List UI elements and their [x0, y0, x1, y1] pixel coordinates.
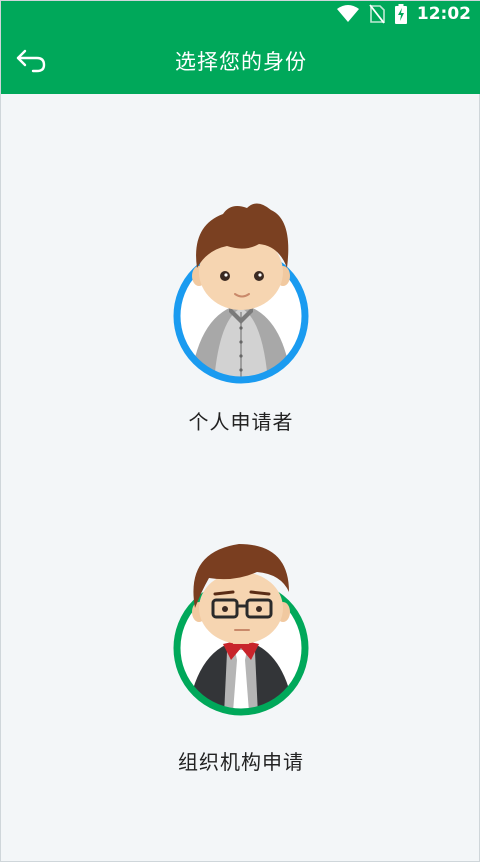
individual-applicant-option[interactable]: 个人申请者 — [1, 196, 480, 435]
wifi-icon — [336, 5, 359, 22]
status-time: 12:02 — [416, 4, 471, 24]
organization-avatar-icon — [173, 544, 309, 716]
identity-selection-screen: 12:02 选择您的身份 个人申请者 组织机构申请 — [0, 0, 480, 862]
status-bar: 12:02 — [1, 1, 480, 27]
organization-applicant-label: 组织机构申请 — [178, 750, 304, 774]
no-sim-icon — [369, 4, 385, 24]
battery-charging-icon — [394, 4, 407, 24]
app-bar: 选择您的身份 — [1, 27, 480, 94]
individual-applicant-label: 个人申请者 — [188, 410, 294, 434]
organization-applicant-option[interactable]: 组织机构申请 — [1, 536, 480, 775]
individual-avatar-icon — [173, 203, 309, 384]
page-title: 选择您的身份 — [175, 49, 307, 74]
